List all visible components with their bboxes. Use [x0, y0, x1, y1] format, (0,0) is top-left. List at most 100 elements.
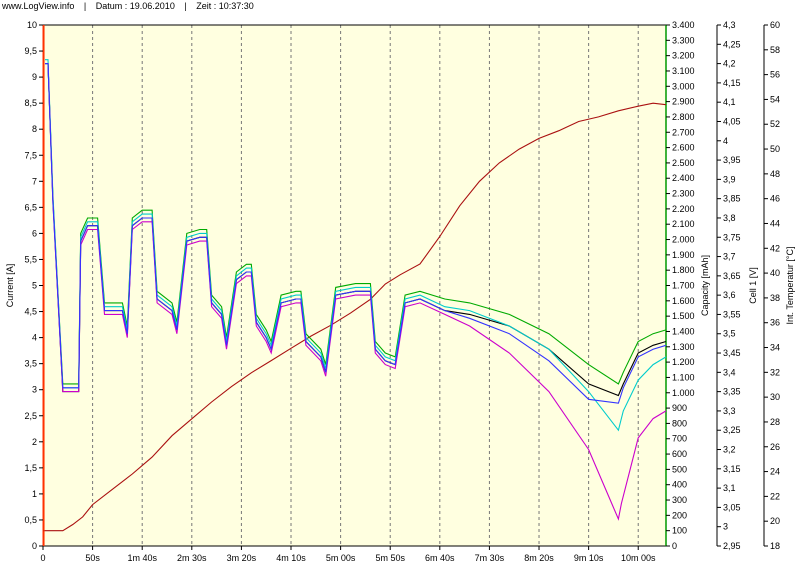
current-tick-label: 3: [32, 385, 37, 395]
temp-tick-label: 30: [770, 392, 780, 402]
cell-tick-label: 3,6: [723, 290, 736, 300]
cell-tick-label: 3,85: [723, 194, 741, 204]
current-axis-label: Current [A]: [5, 264, 15, 308]
cell-tick-label: 3,75: [723, 232, 741, 242]
capacity-tick-label: 1.100: [672, 372, 695, 382]
current-tick-label: 1: [32, 489, 37, 499]
temp-tick-label: 46: [770, 194, 780, 204]
x-tick-label: 5m 00s: [326, 553, 356, 563]
current-tick-label: 6,5: [24, 202, 37, 212]
capacity-tick-label: 2.300: [672, 189, 695, 199]
cell-axis-label: Cell 1 [V]: [748, 267, 758, 304]
cell-tick-label: 3,45: [723, 348, 741, 358]
cell-tick-label: 3,2: [723, 445, 736, 455]
capacity-tick-label: 3.100: [672, 66, 695, 76]
x-tick-label: 0: [40, 553, 45, 563]
capacity-tick-label: 3.000: [672, 81, 695, 91]
cell-tick-label: 4,2: [723, 59, 736, 69]
current-tick-label: 5,5: [24, 254, 37, 264]
capacity-tick-label: 2.100: [672, 219, 695, 229]
temp-tick-label: 42: [770, 243, 780, 253]
capacity-tick-label: 400: [672, 480, 687, 490]
capacity-tick-label: 300: [672, 495, 687, 505]
capacity-tick-label: 2.400: [672, 173, 695, 183]
x-tick-label: 3m 20s: [227, 553, 257, 563]
cell-tick-label: 3: [723, 522, 728, 532]
capacity-tick-label: 500: [672, 464, 687, 474]
capacity-tick-label: 2.500: [672, 158, 695, 168]
temp-tick-label: 34: [770, 343, 780, 353]
capacity-tick-label: 3.200: [672, 51, 695, 61]
x-tick-label: 6m 40s: [425, 553, 455, 563]
capacity-tick-label: 600: [672, 449, 687, 459]
cell-tick-label: 4,15: [723, 78, 741, 88]
temp-tick-label: 48: [770, 169, 780, 179]
temp-tick-label: 38: [770, 293, 780, 303]
x-tick-label: 1m 40s: [127, 553, 157, 563]
temp-tick-label: 56: [770, 70, 780, 80]
current-tick-label: 7: [32, 176, 37, 186]
current-tick-label: 4: [32, 333, 37, 343]
cell-tick-label: 4,3: [723, 20, 736, 30]
temp-tick-label: 32: [770, 367, 780, 377]
x-tick-label: 10m 00s: [621, 553, 656, 563]
capacity-tick-label: 1.900: [672, 250, 695, 260]
current-tick-label: 1,5: [24, 463, 37, 473]
x-tick-label: 4m 10s: [276, 553, 306, 563]
x-tick-label: 9m 10s: [574, 553, 604, 563]
current-tick-label: 0: [32, 541, 37, 551]
current-tick-label: 0,5: [24, 515, 37, 525]
x-tick-label: 5m 50s: [375, 553, 405, 563]
current-tick-label: 4,5: [24, 307, 37, 317]
capacity-tick-label: 1.500: [672, 311, 695, 321]
capacity-tick-label: 1.400: [672, 326, 695, 336]
temp-tick-label: 40: [770, 268, 780, 278]
capacity-tick-label: 1.800: [672, 265, 695, 275]
cell-tick-label: 3,9: [723, 174, 736, 184]
x-tick-label: 7m 30s: [475, 553, 505, 563]
capacity-tick-label: 2.600: [672, 143, 695, 153]
capacity-tick-label: 3.300: [672, 35, 695, 45]
cell-tick-label: 3,25: [723, 425, 741, 435]
temp-tick-label: 22: [770, 491, 780, 501]
cell-tick-label: 3,4: [723, 367, 736, 377]
cell-tick-label: 3,3: [723, 406, 736, 416]
capacity-tick-label: 1.300: [672, 342, 695, 352]
current-tick-label: 8,5: [24, 98, 37, 108]
cell-tick-label: 3,5: [723, 329, 736, 339]
cell-tick-label: 4,05: [723, 116, 741, 126]
temp-tick-label: 58: [770, 45, 780, 55]
x-tick-label: 50s: [85, 553, 100, 563]
line-chart: 0 50s 1m 40s 2m 30s 3m 20s 4m 10s 5m 00s 5m 50s…: [5, 20, 795, 563]
temp-tick-label: 28: [770, 417, 780, 427]
cell-tick-label: 3,8: [723, 213, 736, 223]
capacity-axis-label: Capacity [mAh]: [700, 255, 710, 316]
temp-tick-label: 20: [770, 516, 780, 526]
temp-axis-label: Int. Temperatur [°C]: [785, 247, 795, 325]
current-tick-label: 9,5: [24, 46, 37, 56]
temp-tick-label: 26: [770, 442, 780, 452]
capacity-tick-label: 2.200: [672, 204, 695, 214]
cell-tick-label: 3,15: [723, 464, 741, 474]
x-tick-label: 8m 20s: [524, 553, 554, 563]
temp-tick-label: 52: [770, 119, 780, 129]
capacity-tick-label: 700: [672, 434, 687, 444]
capacity-tick-label: 0: [672, 541, 677, 551]
cell-tick-label: 3,1: [723, 483, 736, 493]
capacity-tick-label: 2.900: [672, 97, 695, 107]
temp-tick-label: 44: [770, 218, 780, 228]
cell-tick-label: 3,05: [723, 502, 741, 512]
capacity-tick-label: 2.800: [672, 112, 695, 122]
current-tick-label: 8: [32, 124, 37, 134]
current-tick-label: 7,5: [24, 150, 37, 160]
current-tick-label: 3,5: [24, 359, 37, 369]
cell-tick-label: 3,65: [723, 271, 741, 281]
current-tick-label: 10: [27, 20, 37, 30]
capacity-tick-label: 1.600: [672, 296, 695, 306]
temp-tick-label: 24: [770, 467, 780, 477]
x-tick-label: 2m 30s: [177, 553, 207, 563]
cell-tick-label: 4,25: [723, 39, 741, 49]
cell-tick-label: 4,1: [723, 97, 736, 107]
capacity-tick-label: 1.000: [672, 388, 695, 398]
current-tick-label: 6: [32, 228, 37, 238]
